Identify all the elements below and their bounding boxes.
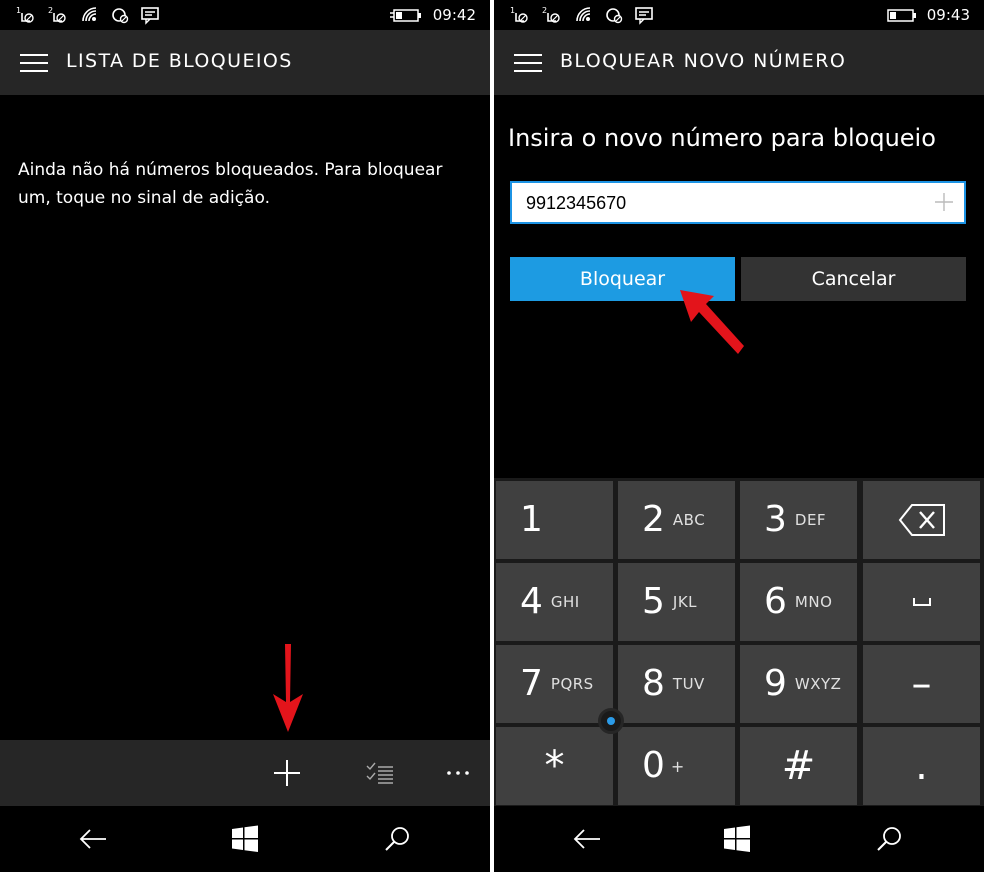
quiet-hours-icon [606, 8, 623, 24]
phone-number-field[interactable] [510, 181, 966, 224]
star-key[interactable]: * [496, 727, 613, 805]
svg-text:2: 2 [542, 6, 547, 15]
status-icons: 1 2 [510, 5, 654, 25]
key-6[interactable]: 6 MNO [740, 563, 857, 641]
page-title: LISTA DE BLOQUEIOS [66, 50, 293, 72]
wifi-icon [82, 7, 97, 22]
key-4[interactable]: 4 GHI [496, 563, 613, 641]
nav-bar [494, 806, 984, 872]
app-bar [0, 740, 490, 806]
annotation-arrow-down-icon [273, 644, 303, 732]
clock: 09:43 [926, 6, 970, 24]
search-icon[interactable] [372, 816, 422, 862]
status-bar: 1 2 09:43 [494, 0, 984, 30]
quiet-hours-icon [112, 8, 129, 24]
key-1[interactable]: 1 [496, 481, 613, 559]
backspace-icon [898, 504, 945, 536]
status-bar: 1 2 09:42 [0, 0, 490, 30]
search-icon[interactable] [864, 816, 914, 862]
wifi-icon [576, 7, 591, 22]
title-bar: LISTA DE BLOQUEIOS [0, 30, 490, 95]
svg-text:2: 2 [48, 6, 53, 15]
signal-sim2-icon: 2 [48, 6, 66, 23]
svg-text:1: 1 [510, 6, 515, 15]
add-contact-icon[interactable] [934, 191, 954, 213]
windows-start-icon[interactable] [220, 816, 270, 862]
empty-list-message: Ainda não há números bloqueados. Para bl… [18, 160, 443, 208]
message-icon [141, 7, 159, 25]
svg-text:1: 1 [16, 6, 21, 15]
backspace-key[interactable] [863, 481, 980, 559]
cancel-button[interactable]: Cancelar [741, 257, 966, 301]
keyboard-cursor-handle[interactable] [598, 708, 624, 734]
battery-charging-icon [389, 9, 421, 22]
hash-key[interactable]: # [740, 727, 857, 805]
dash-key[interactable]: – [863, 645, 980, 723]
battery-icon [887, 9, 916, 22]
key-7[interactable]: 7 PQRS [496, 645, 613, 723]
signal-sim1-icon: 1 [510, 6, 528, 23]
windows-start-icon[interactable] [712, 816, 762, 862]
signal-sim1-icon: 1 [16, 6, 34, 23]
key-9[interactable]: 9 WXYZ [740, 645, 857, 723]
block-new-number-screen: 1 2 09:43 BLOQUEAR NOVO NÚMERO Insira o … [494, 0, 984, 872]
key-8[interactable]: 8 TUV [618, 645, 735, 723]
space-icon [912, 598, 931, 606]
clock: 09:42 [432, 6, 476, 24]
status-icons: 1 2 [16, 5, 160, 25]
space-key[interactable] [863, 563, 980, 641]
nav-bar [0, 806, 490, 872]
status-right: 09:42 [389, 4, 476, 26]
message-icon [635, 7, 653, 25]
dial-keypad: 1 2 ABC 3 DEF 4 GHI 5 JKL 6 MNO 7 PQRS 8… [494, 478, 984, 806]
key-3[interactable]: 3 DEF [740, 481, 857, 559]
status-right: 09:43 [887, 4, 970, 26]
key-2[interactable]: 2 ABC [618, 481, 735, 559]
key-0[interactable]: 0 + [618, 727, 735, 805]
menu-icon[interactable] [514, 52, 542, 74]
dot-key[interactable]: . [863, 727, 980, 805]
select-icon[interactable] [355, 748, 405, 798]
title-bar: BLOQUEAR NOVO NÚMERO [494, 30, 984, 95]
add-icon[interactable] [262, 748, 312, 798]
back-icon[interactable] [562, 816, 612, 862]
blocked-list-screen: 1 2 09:42 LISTA DE BLOQUEIOS Ainda não h… [0, 0, 490, 872]
signal-sim2-icon: 2 [542, 6, 560, 23]
more-icon[interactable] [433, 748, 483, 798]
back-icon[interactable] [68, 816, 118, 862]
input-prompt: Insira o novo número para bloqueio [508, 124, 936, 152]
menu-icon[interactable] [20, 52, 48, 74]
phone-number-input[interactable] [526, 189, 926, 217]
annotation-arrow-up-icon [680, 290, 744, 354]
key-5[interactable]: 5 JKL [618, 563, 735, 641]
page-title: BLOQUEAR NOVO NÚMERO [560, 50, 847, 72]
